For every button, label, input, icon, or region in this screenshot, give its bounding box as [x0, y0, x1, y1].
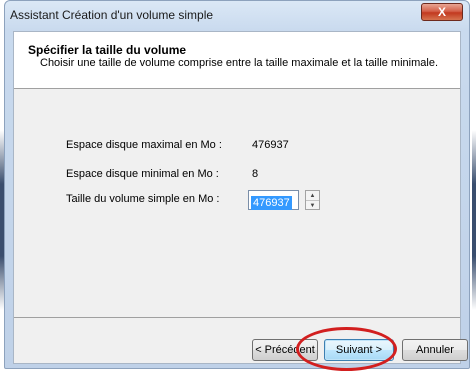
- background-edge-right: [472, 130, 476, 310]
- min-size-label: Espace disque minimal en Mo :: [66, 168, 219, 180]
- spin-up-icon[interactable]: ▲: [306, 191, 319, 201]
- title-bar[interactable]: Assistant Création d'un volume simple X: [5, 1, 469, 29]
- back-button[interactable]: < Précédent: [252, 339, 318, 361]
- window-title: Assistant Création d'un volume simple: [10, 8, 214, 22]
- spin-buttons: ▲ ▼: [305, 190, 320, 210]
- volume-size-stepper: 476937 ▲ ▼: [248, 190, 320, 210]
- wizard-window: Assistant Création d'un volume simple X …: [4, 0, 470, 369]
- close-button[interactable]: X: [421, 3, 463, 21]
- volume-size-input[interactable]: 476937: [248, 190, 299, 210]
- max-size-value: 476937: [252, 139, 289, 151]
- next-button[interactable]: Suivant >: [324, 339, 394, 361]
- volume-size-label: Taille du volume simple en Mo :: [66, 193, 220, 205]
- min-size-value: 8: [252, 168, 259, 180]
- page-title: Spécifier la taille du volume: [28, 43, 187, 57]
- cancel-button[interactable]: Annuler: [402, 339, 468, 361]
- page-subtitle: Choisir une taille de volume comprise en…: [40, 57, 439, 69]
- spin-down-icon[interactable]: ▼: [306, 201, 319, 210]
- wizard-content: Spécifier la taille du volume Choisir un…: [13, 31, 468, 364]
- max-size-label: Espace disque maximal en Mo :: [66, 139, 222, 151]
- volume-size-selected-text: 476937: [251, 196, 292, 210]
- footer-divider: [14, 317, 460, 318]
- wizard-header: Spécifier la taille du volume Choisir un…: [14, 32, 460, 89]
